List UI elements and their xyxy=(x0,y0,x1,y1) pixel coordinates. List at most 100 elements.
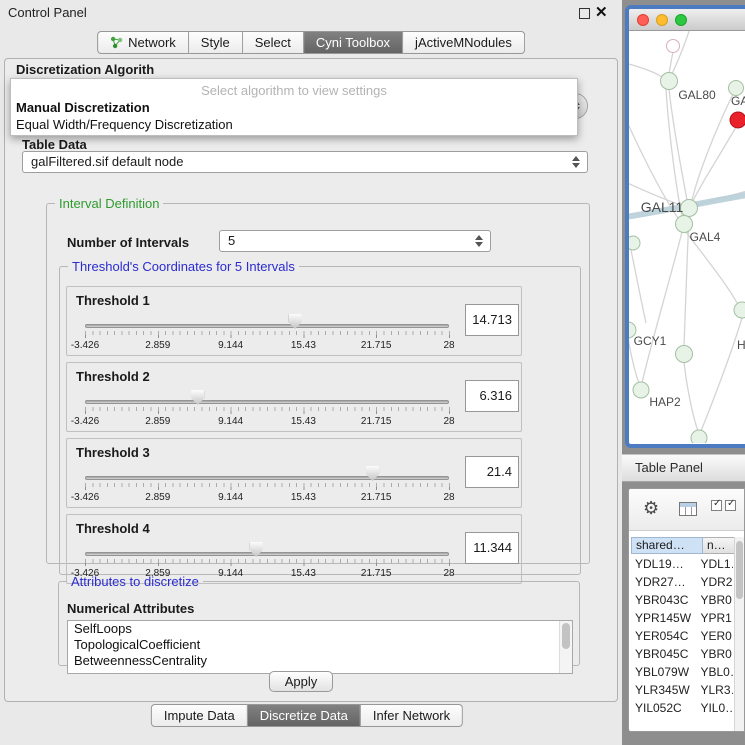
attributes-scrollbar[interactable] xyxy=(559,621,572,673)
table-cell[interactable]: YIL052C xyxy=(631,699,696,717)
node-label: H xyxy=(737,338,745,352)
attributes-listbox[interactable]: SelfLoopsTopologicalCoefficientBetweenne… xyxy=(67,620,573,674)
table-cell[interactable]: YBL079W xyxy=(631,663,696,681)
checkbox-icon[interactable] xyxy=(711,500,722,511)
threshold-value[interactable]: 21.4 xyxy=(465,456,519,488)
checkbox-icon[interactable] xyxy=(725,500,736,511)
threshold-value[interactable]: 6.316 xyxy=(465,380,519,412)
network-edge[interactable] xyxy=(642,232,682,383)
table-row[interactable]: YIL052CYIL0… xyxy=(631,699,733,717)
tab-discretize-data[interactable]: Discretize Data xyxy=(248,704,361,727)
network-node-selected[interactable] xyxy=(730,112,745,128)
table-cell[interactable]: YER054C xyxy=(631,627,696,645)
table-cell[interactable]: YDL19… xyxy=(631,555,696,573)
tab-style[interactable]: Style xyxy=(189,31,243,54)
num-intervals-label: Number of Intervals xyxy=(67,235,189,250)
algorithm-popup-placeholder: Select algorithm to view settings xyxy=(11,79,577,99)
gear-icon[interactable]: ⚙ xyxy=(643,498,659,519)
table-cell[interactable]: YLR345W xyxy=(631,681,696,699)
table-cell[interactable]: YDR27… xyxy=(631,573,696,591)
table-cell[interactable]: YDR2… xyxy=(696,573,733,591)
node-label: GAL11 xyxy=(641,199,684,215)
table-cell[interactable]: YBL0… xyxy=(696,663,733,681)
tab-impute-data[interactable]: Impute Data xyxy=(151,704,248,727)
network-canvas[interactable]: GAL80GAGAL11GAL4GCY1HAP2H xyxy=(629,31,745,443)
zoom-traffic-light-icon[interactable] xyxy=(675,14,687,26)
tab-select[interactable]: Select xyxy=(243,31,304,54)
table-row[interactable]: YER054CYER0… xyxy=(631,627,733,645)
table-row[interactable]: YPR145WYPR1… xyxy=(631,609,733,627)
network-window-titlebar[interactable] xyxy=(629,9,745,31)
slider-track[interactable] xyxy=(85,400,449,404)
float-window-icon[interactable] xyxy=(579,8,590,19)
network-edge[interactable] xyxy=(693,127,736,201)
scrollbar-thumb[interactable] xyxy=(562,623,570,649)
close-icon[interactable]: ✕ xyxy=(595,3,608,21)
table-cell[interactable]: YPR145W xyxy=(631,609,696,627)
apply-button[interactable]: Apply xyxy=(269,671,333,692)
tab-network[interactable]: Network xyxy=(97,31,189,54)
network-node[interactable] xyxy=(661,73,678,90)
scale-label: -3.426 xyxy=(71,340,99,351)
network-edge[interactable] xyxy=(701,318,742,431)
network-node[interactable] xyxy=(734,302,745,318)
table-cell[interactable]: YBR0… xyxy=(696,591,733,609)
minimize-traffic-light-icon[interactable] xyxy=(656,14,668,26)
scale-label: 2.859 xyxy=(145,492,170,503)
table-scrollbar[interactable] xyxy=(734,537,744,731)
scale-label: 21.715 xyxy=(361,416,392,427)
slider-track[interactable] xyxy=(85,324,449,328)
network-node[interactable] xyxy=(676,346,693,363)
threshold-box-2: Threshold 2-3.4262.8599.14415.4321.71528… xyxy=(66,362,522,432)
network-node[interactable] xyxy=(629,236,640,250)
algorithm-option[interactable]: Manual Discretization xyxy=(11,99,577,116)
attribute-item[interactable]: TopologicalCoefficient xyxy=(68,637,572,653)
network-view-window: GAL80GAGAL11GAL4GCY1HAP2H xyxy=(625,5,745,448)
table-row[interactable]: YBL079WYBL0… xyxy=(631,663,733,681)
attribute-item[interactable]: BetweennessCentrality xyxy=(68,653,572,669)
network-node[interactable] xyxy=(691,430,707,443)
close-traffic-light-icon[interactable] xyxy=(637,14,649,26)
table-row[interactable]: YDR27…YDR2… xyxy=(631,573,733,591)
table-data-combobox[interactable]: galFiltered.sif default node xyxy=(22,151,588,173)
attribute-item[interactable]: SelfLoops xyxy=(68,621,572,637)
slider-track[interactable] xyxy=(85,552,449,556)
table-row[interactable]: YBR043CYBR0… xyxy=(631,591,733,609)
scale-label: 2.859 xyxy=(145,340,170,351)
network-edge[interactable] xyxy=(692,94,733,200)
threshold-slider[interactable]: -3.4262.8599.14415.4321.71528 xyxy=(85,311,449,355)
table-cell[interactable]: YLR3… xyxy=(696,681,733,699)
algorithm-option[interactable]: Equal Width/Frequency Discretization xyxy=(11,116,577,133)
scrollbar-thumb[interactable] xyxy=(736,541,743,599)
table-row[interactable]: YDL19…YDL1… xyxy=(631,555,733,573)
tab-infer-network[interactable]: Infer Network xyxy=(361,704,463,727)
table-cell[interactable]: YDL1… xyxy=(696,555,733,573)
network-edge[interactable] xyxy=(669,52,673,73)
network-node[interactable] xyxy=(633,382,649,398)
tab-jactivemnodules[interactable]: jActiveMNodules xyxy=(403,31,525,54)
table-cell[interactable]: YER0… xyxy=(696,627,733,645)
table-cell[interactable]: YBR043C xyxy=(631,591,696,609)
table-cell[interactable]: YPR1… xyxy=(696,609,733,627)
threshold-label: Threshold 4 xyxy=(76,521,150,536)
threshold-slider[interactable]: -3.4262.8599.14415.4321.71528 xyxy=(85,463,449,507)
slider-track[interactable] xyxy=(85,476,449,480)
column-header[interactable]: shared… xyxy=(631,537,703,554)
network-node[interactable] xyxy=(667,40,680,53)
threshold-value[interactable]: 14.713 xyxy=(465,304,519,336)
threshold-value[interactable]: 11.344 xyxy=(465,532,519,564)
scale-label: 15.43 xyxy=(291,492,316,503)
column-browser-icon[interactable] xyxy=(679,502,697,516)
table-row[interactable]: YLR345WYLR3… xyxy=(631,681,733,699)
tab-cyni-toolbox[interactable]: Cyni Toolbox xyxy=(304,31,403,54)
table-cell[interactable]: YIL0… xyxy=(696,699,733,717)
threshold-slider[interactable]: -3.4262.8599.14415.4321.71528 xyxy=(85,387,449,431)
network-edge[interactable] xyxy=(629,63,662,77)
network-edge[interactable] xyxy=(666,89,682,216)
num-intervals-combobox[interactable]: 5 xyxy=(219,230,491,252)
table-cell[interactable]: YBR045C xyxy=(631,645,696,663)
network-edge[interactable] xyxy=(631,250,646,323)
table-row[interactable]: YBR045CYBR0… xyxy=(631,645,733,663)
table-cell[interactable]: YBR0… xyxy=(696,645,733,663)
network-edge[interactable] xyxy=(684,362,698,431)
